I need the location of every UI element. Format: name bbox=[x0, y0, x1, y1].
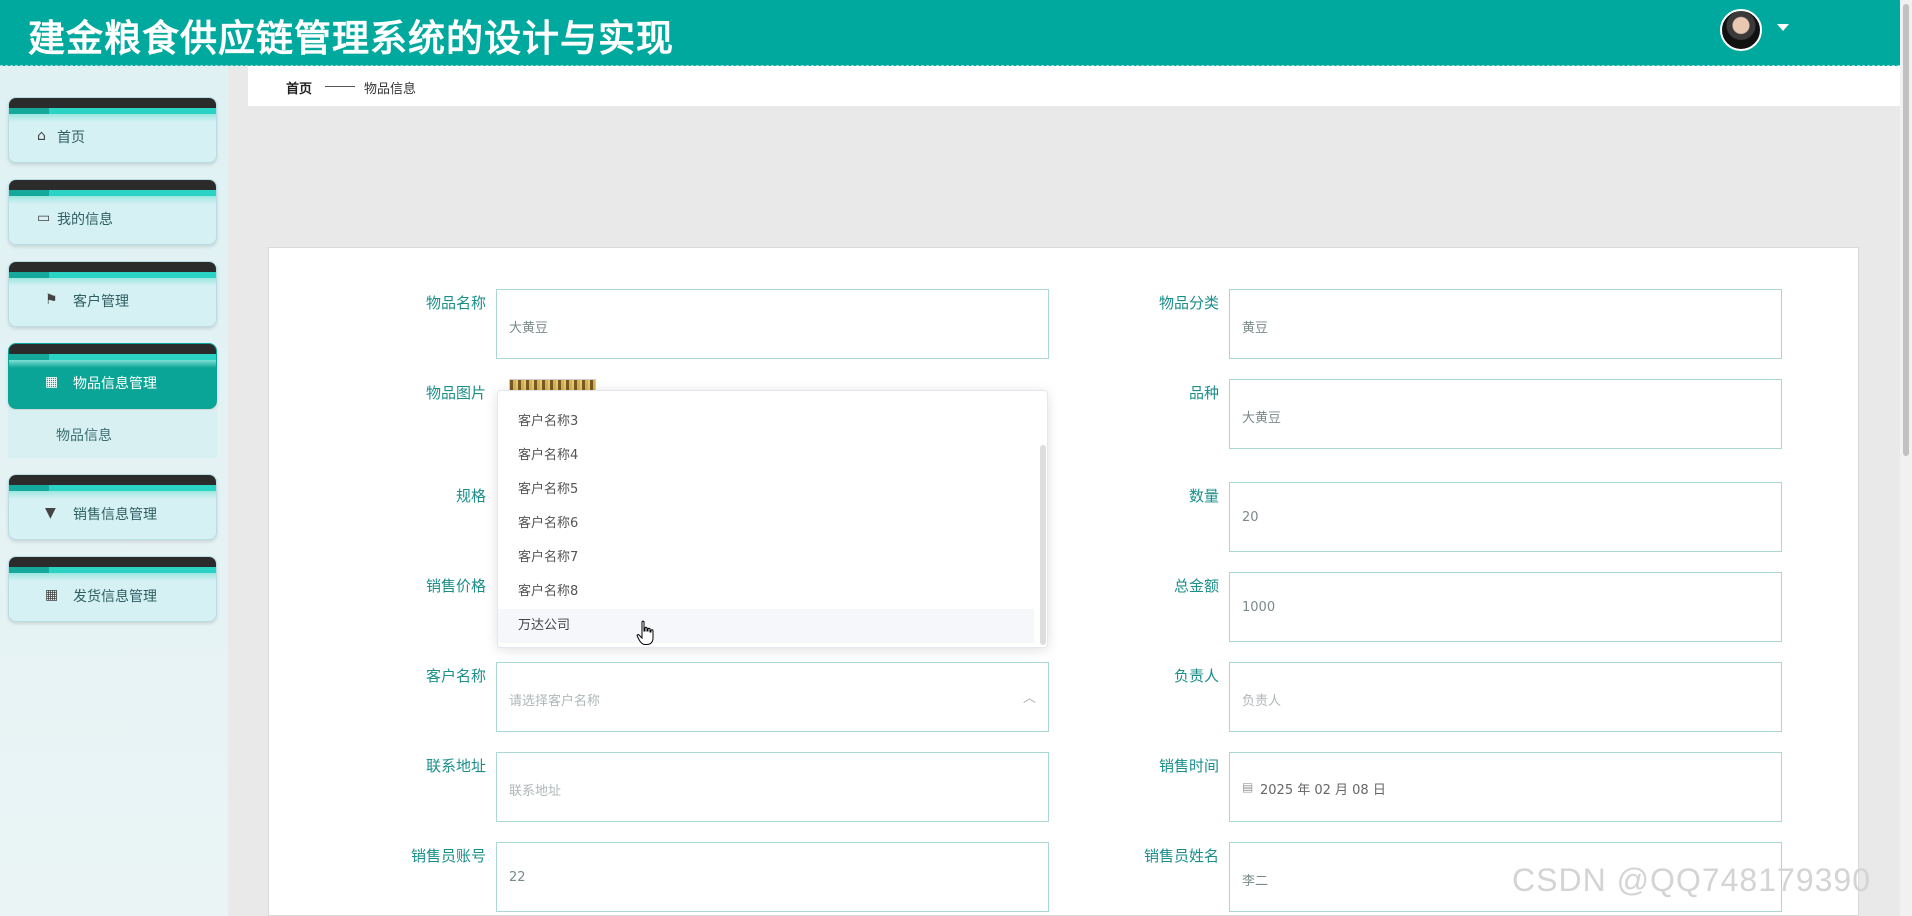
breadcrumb: 首页 物品信息 bbox=[248, 66, 1900, 106]
dropdown-option[interactable]: 客户名称8 bbox=[498, 575, 1034, 609]
total-amount-label: 总金额 bbox=[1173, 577, 1219, 595]
total-amount-field[interactable]: 1000 bbox=[1229, 572, 1782, 642]
item-name-value: 大黄豆 bbox=[509, 321, 549, 336]
caret-down-icon[interactable] bbox=[1777, 24, 1789, 31]
dropdown-scrollbar[interactable] bbox=[1040, 445, 1046, 645]
person-in-charge-placeholder: 负责人 bbox=[1242, 694, 1282, 709]
variety-value: 大黄豆 bbox=[1242, 411, 1282, 426]
calendar-icon: ▤ bbox=[1242, 780, 1254, 794]
dropdown-option[interactable]: 客户名称6 bbox=[498, 507, 1034, 541]
sidebar-item-my-info[interactable]: ▭ 我的信息 bbox=[8, 179, 217, 245]
contact-address-label: 联系地址 bbox=[425, 757, 486, 775]
home-icon: ⌂ bbox=[37, 128, 46, 144]
person-in-charge-field[interactable]: 负责人 bbox=[1229, 662, 1782, 732]
scrollbar-thumb[interactable] bbox=[1903, 4, 1909, 456]
item-category-field[interactable]: 黄豆 bbox=[1229, 289, 1782, 359]
breadcrumb-current: 物品信息 bbox=[364, 82, 417, 97]
person-in-charge-label: 负责人 bbox=[1173, 667, 1219, 685]
item-name-field[interactable]: 大黄豆 bbox=[496, 289, 1049, 359]
item-category-value: 黄豆 bbox=[1242, 321, 1269, 336]
customer-name-placeholder: 请选择客户名称 bbox=[509, 694, 601, 709]
hand-cursor-icon bbox=[636, 620, 654, 645]
customer-name-label: 客户名称 bbox=[425, 667, 486, 685]
breadcrumb-home[interactable]: 首页 bbox=[286, 78, 312, 97]
sidebar: ⌂ 首页 ▭ 我的信息 ⚑ 客户管理 ▦ 物品信息管理 物品信息 ▼ 销售信息管… bbox=[0, 66, 228, 916]
grid-icon: ▦ bbox=[45, 587, 59, 603]
sale-time-field[interactable]: ▤ 2025 年 02 月 08 日 bbox=[1229, 752, 1782, 822]
sidebar-item-label: 物品信息管理 bbox=[73, 376, 157, 392]
dropdown-option-hovered[interactable]: 万达公司 bbox=[498, 609, 1034, 643]
sidebar-item-label: 首页 bbox=[57, 130, 85, 146]
sidebar-item-item-info[interactable]: ▦ 物品信息管理 bbox=[8, 343, 217, 409]
sidebar-item-label: 发货信息管理 bbox=[73, 589, 157, 605]
sidebar-item-label: 我的信息 bbox=[57, 212, 113, 228]
sidebar-item-sales[interactable]: ▼ 销售信息管理 bbox=[8, 474, 217, 540]
quantity-field[interactable]: 20 bbox=[1229, 482, 1782, 552]
grid-icon: ▦ bbox=[45, 374, 59, 390]
sidebar-item-label: 客户管理 bbox=[73, 294, 129, 310]
customer-name-dropdown[interactable]: 客户名称3 客户名称4 客户名称5 客户名称6 客户名称7 客户名称8 万达公司 bbox=[497, 390, 1048, 648]
chevron-up-icon[interactable]: ︿ bbox=[1023, 687, 1036, 706]
variety-label: 品种 bbox=[1188, 384, 1219, 402]
variety-field[interactable]: 大黄豆 bbox=[1229, 379, 1782, 449]
app-header: 建金粮食供应链管理系统的设计与实现 bbox=[0, 0, 1900, 66]
sidebar-item-label: 销售信息管理 bbox=[73, 507, 157, 523]
wallet-icon: ▭ bbox=[37, 210, 51, 226]
salesperson-name-label: 销售员姓名 bbox=[1143, 847, 1219, 865]
sidebar-item-shipping[interactable]: ▦ 发货信息管理 bbox=[8, 556, 217, 622]
item-image-label: 物品图片 bbox=[425, 384, 486, 402]
submenu-label: 物品信息 bbox=[56, 428, 112, 444]
item-name-label: 物品名称 bbox=[425, 294, 486, 312]
sidebar-item-customer[interactable]: ⚑ 客户管理 bbox=[8, 261, 217, 327]
sale-price-label: 销售价格 bbox=[425, 577, 486, 595]
flag-icon: ⚑ bbox=[45, 292, 58, 308]
app-title: 建金粮食供应链管理系统的设计与实现 bbox=[28, 17, 674, 60]
spec-label: 规格 bbox=[455, 487, 486, 505]
salesperson-account-value: 22 bbox=[509, 870, 526, 885]
item-category-label: 物品分类 bbox=[1158, 294, 1219, 312]
contact-address-field[interactable]: 联系地址 bbox=[496, 752, 1049, 822]
salesperson-account-field[interactable]: 22 bbox=[496, 842, 1049, 912]
quantity-value: 20 bbox=[1242, 510, 1259, 525]
breadcrumb-separator bbox=[325, 86, 355, 87]
salesperson-name-value: 李二 bbox=[1242, 874, 1269, 889]
page-scrollbar[interactable] bbox=[1900, 0, 1912, 916]
user-avatar[interactable] bbox=[1720, 9, 1762, 51]
contact-address-placeholder: 联系地址 bbox=[509, 784, 562, 799]
sidebar-item-home[interactable]: ⌂ 首页 bbox=[8, 97, 217, 163]
watermark-text: CSDN @QQ748179390 bbox=[1512, 862, 1871, 898]
dropdown-option[interactable]: 客户名称3 bbox=[498, 405, 1034, 439]
brush-icon: ▼ bbox=[45, 505, 56, 521]
dropdown-option[interactable]: 客户名称4 bbox=[498, 439, 1034, 473]
sale-time-label: 销售时间 bbox=[1158, 757, 1219, 775]
dropdown-option[interactable]: 客户名称5 bbox=[498, 473, 1034, 507]
customer-name-select[interactable]: 请选择客户名称 ︿ bbox=[496, 662, 1049, 732]
salesperson-account-label: 销售员账号 bbox=[410, 847, 486, 865]
total-amount-value: 1000 bbox=[1242, 600, 1276, 615]
quantity-label: 数量 bbox=[1188, 487, 1219, 505]
submenu-item-info[interactable]: 物品信息 bbox=[8, 410, 217, 458]
dropdown-option[interactable]: 客户名称7 bbox=[498, 541, 1034, 575]
sale-time-value: 2025 年 02 月 08 日 bbox=[1260, 783, 1386, 798]
